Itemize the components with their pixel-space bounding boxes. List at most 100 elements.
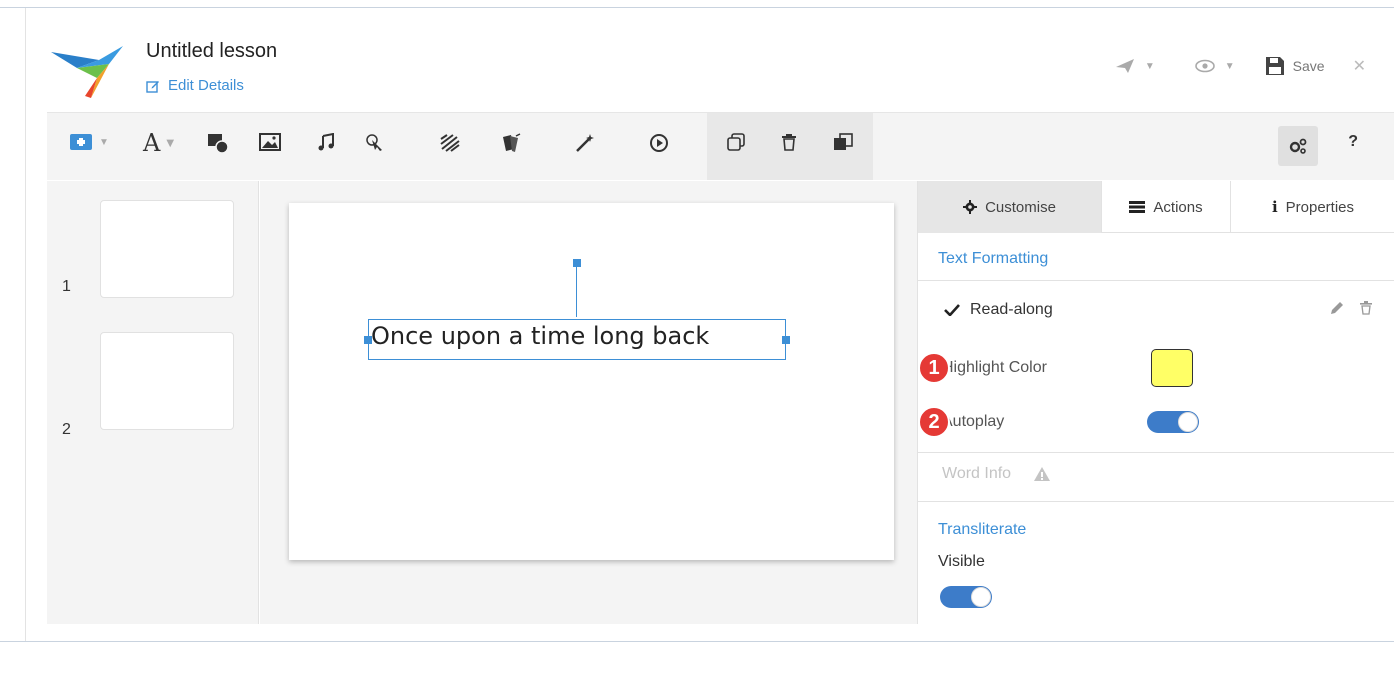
visible-toggle[interactable] (940, 586, 992, 608)
arrange-button[interactable] (833, 133, 853, 151)
toggle-knob (1178, 412, 1198, 432)
tab-actions[interactable]: Actions (1101, 181, 1230, 233)
slide-number: 1 (62, 278, 71, 295)
save-label: Save (1292, 58, 1325, 74)
highlight-color-swatch[interactable] (1151, 349, 1193, 387)
info-icon: i (1271, 198, 1278, 216)
word-info-label: Word Info (942, 465, 1012, 482)
tab-customise[interactable]: Customise (918, 181, 1101, 233)
text-formatting-header[interactable]: Text Formatting (938, 250, 1048, 268)
panel-tabs: Customise Actions i Properties (918, 181, 1394, 233)
editor-header: Untitled lesson Edit Details ▼ ▼ Save ✕ (47, 24, 1394, 112)
slide-thumbnail-2[interactable] (100, 332, 234, 430)
hotspot-tool-button[interactable] (365, 133, 385, 153)
play-circle-icon (650, 134, 668, 152)
send-icon (1115, 59, 1134, 73)
lesson-title: Untitled lesson (146, 40, 278, 62)
transliterate-header[interactable]: Transliterate (938, 521, 1026, 539)
pencil-icon[interactable] (1330, 301, 1344, 315)
slide-canvas[interactable]: Once upon a time long back (289, 203, 894, 560)
preview-button[interactable]: ▼ (1194, 59, 1235, 73)
resize-handle-left[interactable] (364, 336, 372, 344)
edit-details-link[interactable]: Edit Details (146, 77, 244, 94)
callout-badge-1: 1 (918, 352, 950, 384)
callout-badge-2: 2 (918, 406, 950, 438)
image-icon (259, 133, 281, 151)
tab-label: Actions (1153, 198, 1203, 216)
readalong-label: Read-along (970, 301, 1053, 318)
chevron-down-icon: ▼ (166, 137, 175, 149)
frame-left-border (25, 8, 26, 641)
insert-toolbar: ▼ A ▼ ? (47, 113, 1394, 180)
close-icon: ✕ (1352, 58, 1366, 75)
add-slide-icon (70, 134, 92, 150)
visible-label: Visible (938, 553, 985, 570)
resize-handle-right[interactable] (782, 336, 790, 344)
chevron-down-icon: ▼ (1224, 60, 1235, 72)
slide-list: 1 2 (47, 181, 259, 624)
autoplay-label: 2 Autoplay (918, 406, 1005, 438)
help-button[interactable]: ? (1348, 133, 1358, 151)
duplicate-button[interactable] (727, 133, 745, 151)
text-element[interactable]: Once upon a time long back (368, 319, 786, 360)
frame-bottom-border (0, 641, 1394, 642)
layers-icon (834, 133, 853, 150)
rotation-line (576, 265, 577, 317)
gears-icon (1289, 138, 1307, 154)
autoplay-text: Autoplay (942, 413, 1005, 430)
tab-label: Properties (1285, 198, 1355, 216)
toggle-knob (971, 587, 991, 607)
tab-label: Customise (985, 198, 1056, 216)
magic-wand-icon (576, 134, 594, 152)
rotate-handle[interactable] (573, 259, 581, 267)
play-tool-button[interactable] (649, 133, 669, 153)
settings-button[interactable] (1278, 126, 1318, 166)
floppy-disk-icon (1265, 57, 1284, 75)
cards-tool-button[interactable] (500, 133, 522, 153)
warning-icon (1034, 467, 1051, 481)
highlight-color-label: 1 Highlight Color (918, 352, 1047, 384)
publish-button[interactable]: ▼ (1115, 58, 1155, 74)
touch-hand-icon (366, 134, 382, 151)
header-actions: ▼ ▼ Save ✕ (1115, 56, 1366, 76)
text-icon: A (143, 129, 161, 157)
question-mark-icon: ? (1348, 133, 1358, 150)
autoplay-toggle[interactable] (1147, 411, 1199, 433)
animation-tool-button[interactable] (575, 133, 595, 153)
checkmark-icon (944, 304, 960, 316)
shapes-icon (208, 134, 229, 153)
word-info-header[interactable]: Word Info (942, 465, 1051, 483)
divider (918, 452, 1394, 453)
tab-properties[interactable]: i Properties (1230, 181, 1394, 233)
delete-button[interactable] (781, 133, 797, 151)
actions-list-icon (1129, 201, 1146, 213)
shape-tool-button[interactable] (207, 133, 229, 153)
audio-tool-button[interactable] (317, 133, 335, 151)
trash-icon (782, 134, 796, 151)
add-slide-button[interactable]: ▼ (69, 133, 109, 151)
close-button[interactable]: ✕ (1353, 56, 1366, 76)
slide-number: 2 (62, 421, 71, 438)
divider (918, 501, 1394, 502)
trash-icon[interactable] (1360, 301, 1372, 315)
copy-icon (727, 133, 745, 151)
edit-actions-group (707, 113, 873, 180)
music-note-icon (318, 133, 334, 151)
edit-icon (146, 80, 159, 93)
cards-icon (503, 133, 521, 152)
gear-icon (963, 200, 978, 214)
frame-top-border (0, 7, 1394, 8)
eye-icon (1194, 59, 1215, 73)
highlight-color-text: Highlight Color (942, 359, 1047, 376)
save-button[interactable]: Save (1265, 56, 1325, 76)
chevron-down-icon: ▼ (99, 136, 109, 148)
chevron-down-icon: ▼ (1144, 60, 1155, 72)
draw-tool-button[interactable] (439, 133, 461, 153)
image-tool-button[interactable] (259, 133, 281, 151)
hummingbird-logo-icon (51, 46, 123, 98)
slide-thumbnail-1[interactable] (100, 200, 234, 298)
canvas-area: Once upon a time long back (260, 181, 917, 624)
text-tool-button[interactable]: A ▼ (143, 129, 174, 157)
readalong-item[interactable]: Read-along (944, 301, 1053, 319)
divider (918, 280, 1394, 281)
